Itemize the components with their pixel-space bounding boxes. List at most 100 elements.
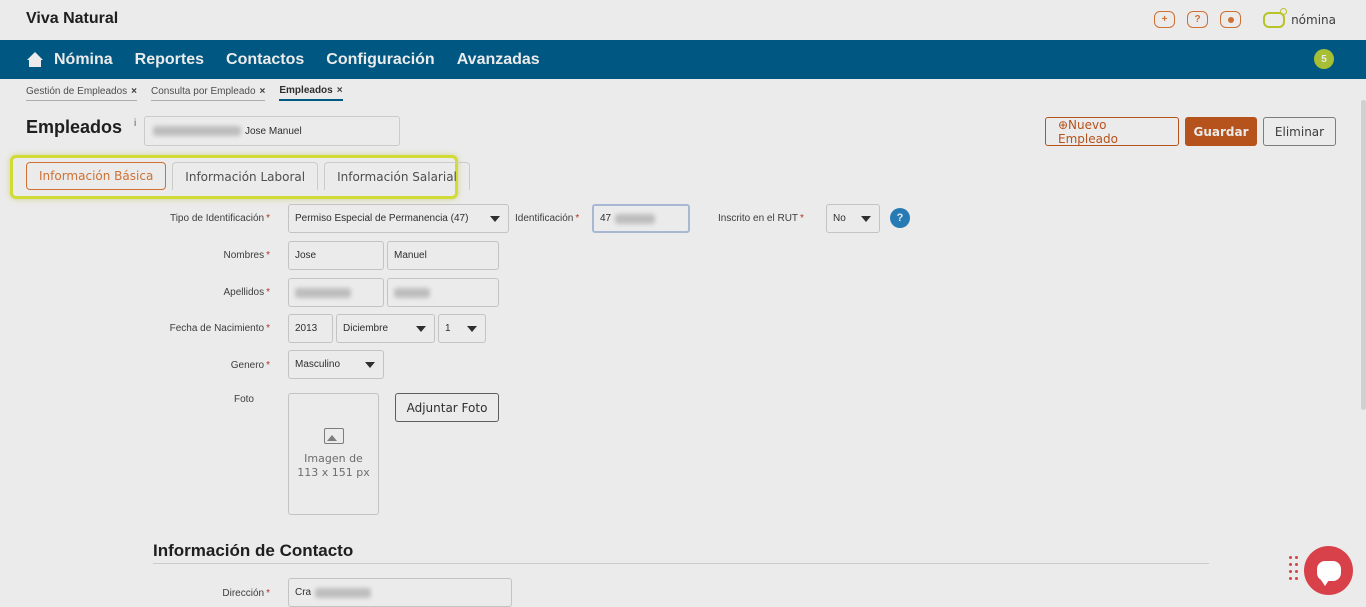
segundo-nombre-input[interactable]: Manuel	[387, 241, 499, 270]
chat-button[interactable]	[1304, 546, 1353, 595]
label-text: Dirección	[222, 588, 265, 599]
employee-name-text: Jose Manuel	[245, 125, 302, 137]
chat-bubble-icon	[1316, 560, 1341, 586]
home-icon	[26, 51, 44, 68]
label-text: Tipo de Identificación	[169, 213, 265, 224]
redacted-text	[394, 287, 430, 298]
primer-apellido-input[interactable]	[288, 278, 384, 307]
breadcrumb-tab-empleados[interactable]: Empleados ×	[279, 85, 343, 101]
label-text: Inscrito en el RUT	[718, 213, 799, 224]
section-divider	[153, 563, 1209, 564]
input-value: Manuel	[394, 250, 427, 261]
rut-select[interactable]: No	[826, 204, 880, 233]
required-mark: *	[266, 287, 270, 298]
tipo-identificacion-label: Tipo de Identificación *	[170, 213, 270, 224]
redacted-text	[153, 126, 241, 136]
required-mark: *	[575, 213, 580, 224]
contact-section-title: Información de Contacto	[153, 541, 354, 560]
input-value: 2013	[295, 323, 318, 334]
nav-item-avanzadas[interactable]: Avanzadas	[457, 51, 540, 69]
close-icon[interactable]: ×	[260, 86, 266, 97]
tab-informacion-laboral[interactable]: Información Laboral	[172, 162, 319, 190]
genero-label: Genero *	[231, 360, 270, 371]
breadcrumb-tab-gestion[interactable]: Gestión de Empleados ×	[26, 85, 138, 101]
breadcrumb-label: Consulta por Empleado	[151, 85, 256, 97]
help-icon[interactable]: ?	[890, 208, 910, 228]
breadcrumb-tab-consulta[interactable]: Consulta por Empleado ×	[151, 85, 266, 101]
fecha-nacimiento-label: Fecha de Nacimiento *	[170, 323, 270, 334]
nav-item-configuracion[interactable]: Configuración	[326, 51, 434, 69]
info-icon[interactable]: i	[134, 118, 136, 129]
label-text: Nombres	[223, 250, 265, 261]
direccion-input[interactable]: Cra	[288, 578, 512, 607]
nav-item-contactos[interactable]: Contactos	[226, 51, 304, 69]
company-name: Viva Natural	[26, 10, 119, 27]
input-value: Jose	[295, 250, 317, 261]
genero-select[interactable]: Masculino	[288, 350, 384, 379]
label-text: Apellidos	[223, 287, 265, 298]
identificacion-input[interactable]: 47	[592, 204, 690, 233]
close-icon[interactable]: ×	[337, 85, 343, 96]
required-mark: *	[266, 250, 270, 261]
anio-nacimiento-input[interactable]: 2013	[288, 314, 333, 343]
photo-placeholder[interactable]: Imagen de 113 x 151 px	[288, 393, 379, 515]
image-icon	[323, 428, 344, 444]
redacted-text	[615, 213, 656, 224]
page-title: Empleados	[26, 117, 123, 137]
plus-icon[interactable]: +	[1154, 11, 1176, 28]
select-value: Masculino	[295, 359, 341, 370]
foto-label: Foto	[233, 394, 254, 405]
tab-informacion-salarial[interactable]: Información Salarial	[324, 162, 470, 190]
tipo-identificacion-select[interactable]: Permiso Especial de Permanencia (47)	[288, 204, 509, 233]
photo-placeholder-line: Imagen de	[304, 452, 363, 465]
nav-item-label: Nómina	[54, 50, 113, 68]
nomina-logo: nómina	[1263, 7, 1336, 28]
identificacion-label: Identificación *	[515, 213, 579, 224]
photo-placeholder-line: 113 x 151 px	[297, 466, 370, 479]
upload-photo-button[interactable]: Adjuntar Foto	[395, 393, 499, 422]
select-value: 1	[445, 323, 451, 334]
primer-nombre-input[interactable]: Jose	[288, 241, 384, 270]
top-bar: Viva Natural + ? nómina	[0, 0, 1366, 40]
required-mark: *	[266, 323, 270, 334]
save-button[interactable]: Guardar	[1185, 117, 1257, 146]
new-employee-button[interactable]: ⊕Nuevo Empleado	[1045, 117, 1179, 146]
user-icon[interactable]	[1220, 11, 1242, 28]
main-nav: Nómina Reportes Contactos Configuración …	[0, 40, 1366, 79]
top-icons: + ? nómina	[1154, 7, 1336, 28]
segundo-apellido-input[interactable]	[387, 278, 499, 307]
nomina-logo-text: nómina	[1291, 12, 1336, 27]
redacted-text	[315, 587, 372, 598]
label-text: Identificación	[515, 213, 574, 224]
breadcrumb-label: Gestión de Empleados	[26, 85, 128, 97]
apellidos-label: Apellidos *	[224, 287, 271, 298]
direccion-label: Dirección *	[222, 588, 270, 599]
nav-item-nomina[interactable]: Nómina	[26, 51, 113, 69]
employee-name-field[interactable]: Jose Manuel	[144, 116, 400, 146]
redacted-text	[295, 287, 351, 298]
scrollbar[interactable]	[1361, 100, 1366, 410]
input-value: Cra	[295, 587, 312, 598]
notification-badge[interactable]: 5	[1314, 49, 1334, 69]
required-mark: *	[800, 213, 804, 224]
select-value: Permiso Especial de Permanencia (47)	[295, 213, 469, 224]
help-icon[interactable]: ?	[1187, 11, 1209, 28]
select-value: No	[833, 213, 846, 224]
label-text: Fecha de Nacimiento	[169, 323, 265, 334]
breadcrumb: Gestión de Empleados × Consulta por Empl…	[26, 85, 343, 101]
breadcrumb-label: Empleados	[279, 85, 333, 96]
required-mark: *	[266, 213, 270, 224]
nombres-label: Nombres *	[224, 250, 270, 261]
label-text: Genero	[230, 360, 265, 371]
required-mark: *	[266, 360, 270, 371]
input-value: 47	[600, 213, 612, 224]
delete-button[interactable]: Eliminar	[1263, 117, 1336, 146]
drag-handle-icon[interactable]	[1289, 556, 1298, 582]
tab-informacion-basica[interactable]: Información Básica	[26, 162, 167, 190]
required-mark: *	[266, 588, 270, 599]
close-icon[interactable]: ×	[131, 86, 137, 97]
tab-bar: Información Básica Información Laboral I…	[26, 162, 470, 190]
dia-nacimiento-select[interactable]: 1	[438, 314, 486, 343]
mes-nacimiento-select[interactable]: Diciembre	[336, 314, 435, 343]
nav-item-reportes[interactable]: Reportes	[135, 51, 204, 69]
